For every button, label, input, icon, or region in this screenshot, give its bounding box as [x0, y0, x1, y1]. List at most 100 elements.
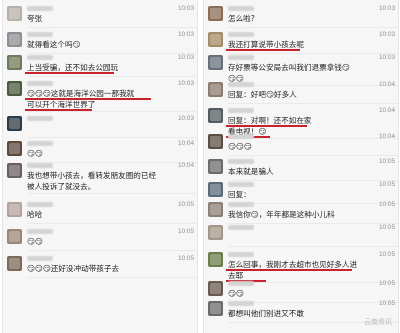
message-time: 10:05 [379, 300, 395, 307]
message-time: 10:05 [379, 280, 395, 287]
message-time: 10:05 [178, 255, 194, 262]
message-text: 我信你😏，年年都是这种小儿科 [228, 210, 335, 219]
sender-name-blurred [27, 256, 53, 261]
sender-name-blurred [228, 159, 254, 164]
avatar[interactable] [7, 141, 22, 156]
message-time: 10:05 [379, 251, 395, 258]
avatar[interactable] [208, 182, 223, 197]
message-row[interactable]: 10:05 😏😏 [3, 226, 197, 251]
message-row[interactable]: 10:03 就得看这个吗😏 [3, 29, 197, 54]
message-row[interactable]: 10:05 我信你😏，年年都是这种小儿科 [204, 199, 398, 224]
sender-name-blurred [27, 81, 53, 86]
avatar[interactable] [208, 281, 223, 296]
row-divider [27, 193, 197, 194]
sender-name-blurred [27, 229, 53, 234]
sender-name-blurred [27, 202, 53, 207]
message-time: 10:04 [178, 140, 194, 147]
message-row[interactable]: 10:03 [3, 113, 197, 138]
avatar[interactable] [7, 163, 22, 178]
message-row[interactable]: 10:03 😏😏😏这就是海洋公园一那我就 可以开个海洋世界了 [3, 78, 197, 112]
sender-name-blurred [228, 225, 254, 230]
message-time: 10:03 [178, 31, 194, 38]
message-row[interactable]: 10:05 哈哈 [3, 199, 197, 224]
row-divider [27, 27, 197, 28]
avatar[interactable] [208, 82, 223, 97]
row-divider [228, 27, 398, 28]
avatar[interactable] [208, 159, 223, 174]
message-time: 10:04 [379, 133, 395, 140]
avatar[interactable] [208, 55, 223, 70]
sender-name-blurred [228, 134, 254, 139]
sender-name-blurred [228, 182, 254, 187]
highlight-underline [25, 72, 114, 74]
message-row[interactable]: 10:03 夸张 [3, 3, 197, 28]
message-row[interactable]: 10:03 我还打算说带小孩去呢 [204, 29, 398, 54]
message-time: 10:03 [178, 115, 194, 122]
message-time: 10:03 [178, 5, 194, 12]
avatar[interactable] [208, 108, 223, 123]
message-text: 😏😏😏 [228, 142, 252, 151]
row-divider [27, 111, 197, 112]
message-text: 😏😏 [27, 149, 43, 158]
sender-name-blurred [27, 6, 53, 11]
avatar[interactable] [208, 134, 223, 149]
sender-name-blurred [228, 202, 254, 207]
sender-name-blurred [228, 55, 254, 60]
message-text: 哈哈 [27, 210, 43, 219]
message-time: 10:05 [178, 228, 194, 235]
avatar[interactable] [208, 32, 223, 47]
avatar[interactable] [7, 32, 22, 47]
message-text: 我也想带小孩去，看转发朋友圈的已经 [27, 171, 157, 180]
chat-panel-right: 10:03 怎么啦? 10:03 我还打算说带小孩去呢 10:03 存好票等公安局去叫我们… [203, 0, 399, 333]
avatar[interactable] [208, 202, 223, 217]
avatar[interactable] [7, 6, 22, 21]
message-row[interactable]: 10:03 上当受骗，还不如去公园玩 [3, 52, 197, 77]
avatar[interactable] [7, 81, 22, 96]
message-text-line2: 被人投诉了就没去。 [27, 182, 96, 191]
message-time: 10:05 [379, 181, 395, 188]
message-row[interactable]: 10:05 怎么回事，我刚才去超市也见好多人进 去耶 [204, 249, 398, 283]
message-time: 10:03 [178, 54, 194, 61]
message-time: 10:04 [379, 107, 395, 114]
row-divider [228, 103, 398, 104]
message-row[interactable]: 10:04 我也想带小孩去，看转发朋友圈的已经 被人投诉了就没去。 [3, 160, 197, 194]
message-text: 😏😏😏还好没冲动带孩子去 [27, 264, 120, 273]
highlight-underline [226, 269, 352, 271]
avatar[interactable] [208, 225, 223, 240]
message-time: 10:04 [379, 81, 395, 88]
row-divider [27, 277, 197, 278]
avatar[interactable] [208, 301, 223, 316]
message-time: 10:05 [379, 224, 395, 231]
avatar[interactable] [7, 256, 22, 271]
row-divider [27, 76, 197, 77]
sender-name-blurred [27, 55, 53, 60]
message-row[interactable]: 10:04 😏😏 [3, 138, 197, 163]
message-text: 就得看这个吗😏 [27, 40, 81, 49]
message-row[interactable]: 10:04 😏😏😏 [204, 131, 398, 156]
message-row[interactable]: 10:03 怎么啦? [204, 3, 398, 28]
avatar[interactable] [7, 116, 22, 131]
highlight-underline [25, 98, 151, 100]
avatar[interactable] [208, 6, 223, 21]
avatar[interactable] [7, 55, 22, 70]
message-time: 10:03 [379, 31, 395, 38]
message-time: 10:05 [379, 201, 395, 208]
message-text: 存好票等公安局去叫我们退票拿钱😏 [228, 63, 350, 72]
sender-name-blurred [27, 163, 53, 168]
sender-name-blurred [228, 108, 254, 113]
message-text: 怎么啦? [228, 14, 255, 23]
avatar[interactable] [208, 252, 223, 267]
message-text: 夸张 [27, 14, 43, 23]
message-row[interactable]: 10:05 😏😏😏还好没冲动带孩子去 [3, 253, 197, 278]
sender-name-blurred [27, 141, 53, 146]
sender-name-blurred [228, 252, 254, 257]
avatar[interactable] [7, 202, 22, 217]
avatar[interactable] [7, 229, 22, 244]
message-time: 10:04 [178, 162, 194, 169]
message-row[interactable]: 10:05 [204, 222, 398, 247]
message-time: 10:05 [178, 201, 194, 208]
row-divider [27, 223, 197, 224]
message-row[interactable]: 10:04 回复：好吧😏好多人 [204, 79, 398, 104]
message-row[interactable]: 10:05 本来就是骗人 [204, 156, 398, 181]
message-text: 😏😏 [27, 237, 43, 246]
